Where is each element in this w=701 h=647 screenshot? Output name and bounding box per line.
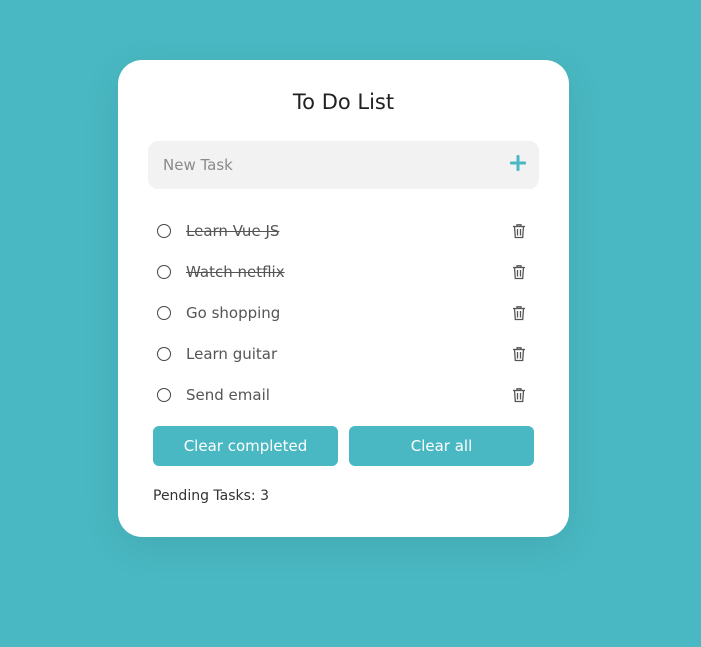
task-label: Go shopping <box>186 303 281 322</box>
trash-icon[interactable] <box>512 223 526 243</box>
list-item: Watch netflix <box>154 251 534 292</box>
new-task-row <box>148 141 539 189</box>
list-item: Go shopping <box>154 292 534 333</box>
list-item: Learn guitar <box>154 333 534 374</box>
task-label: Send email <box>186 385 270 404</box>
task-checkbox[interactable] <box>157 223 171 238</box>
clear-completed-button[interactable]: Clear completed <box>153 426 338 466</box>
trash-icon[interactable] <box>512 264 526 284</box>
trash-icon[interactable] <box>512 387 526 407</box>
task-checkbox[interactable] <box>157 387 171 402</box>
task-label: Learn Vue JS <box>186 221 280 240</box>
task-label: Learn guitar <box>186 344 278 363</box>
pending-tasks-count: Pending Tasks: 3 <box>153 488 269 504</box>
task-checkbox[interactable] <box>157 264 171 279</box>
list-item: Learn Vue JS <box>154 210 534 251</box>
task-list: Learn Vue JS Watch netflix Go shopping L… <box>154 210 534 415</box>
new-task-input[interactable] <box>148 141 497 189</box>
clear-all-button[interactable]: Clear all <box>349 426 534 466</box>
plus-icon <box>509 154 527 176</box>
list-item: Send email <box>154 374 534 415</box>
add-task-button[interactable] <box>497 141 539 189</box>
task-checkbox[interactable] <box>157 346 171 361</box>
task-label: Watch netflix <box>186 262 285 281</box>
trash-icon[interactable] <box>512 305 526 325</box>
trash-icon[interactable] <box>512 346 526 366</box>
todo-card: To Do List Learn Vue JS <box>118 60 569 537</box>
task-checkbox[interactable] <box>157 305 171 320</box>
page-title: To Do List <box>292 90 395 114</box>
